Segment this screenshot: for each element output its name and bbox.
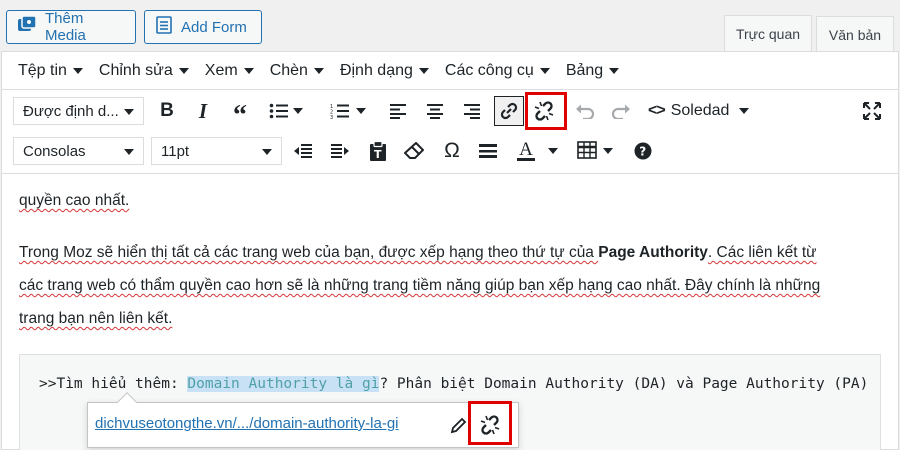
table-icon[interactable] (573, 136, 601, 164)
chevron-down-icon (262, 149, 272, 155)
chevron-down-icon (539, 67, 550, 74)
bullet-list-icon[interactable] (265, 97, 293, 125)
align-left-icon[interactable] (384, 97, 412, 125)
chevron-down-icon (124, 149, 134, 155)
chevron-down-icon[interactable] (290, 97, 306, 125)
chevron-down-icon (243, 67, 254, 74)
chevron-down-icon (609, 67, 620, 74)
menu-format[interactable]: Định dạng (340, 62, 429, 80)
chevron-down-icon[interactable] (545, 137, 561, 165)
numbered-list-icon[interactable]: 123 (326, 97, 354, 125)
svg-text:T: T (374, 148, 382, 161)
content-line: quyền cao nhất. (19, 192, 130, 209)
link-icon[interactable] (494, 96, 524, 126)
italic-icon[interactable]: I (189, 97, 217, 125)
editor-container: Tệp tin Chỉnh sửa Xem Chèn Định dạng Các… (1, 51, 899, 450)
format-select[interactable]: Được định d... (13, 97, 144, 125)
chevron-down-icon (739, 108, 750, 114)
blockquote-icon[interactable]: “ (226, 97, 254, 131)
chevron-down-icon[interactable] (353, 97, 369, 125)
toolbar-primary: Được định d... B I “ 123 <> Soledad (2, 92, 898, 132)
menu-view[interactable]: Xem (205, 62, 254, 80)
font-family-select[interactable]: Consolas (13, 137, 144, 165)
toolbar-secondary: Consolas 11pt T Ω A ? (2, 132, 898, 172)
undo-icon[interactable] (571, 97, 599, 125)
highlight-box-toolbar-unlink (525, 92, 567, 130)
omega-icon[interactable]: Ω (438, 137, 466, 165)
eraser-icon[interactable] (400, 137, 428, 165)
help-icon[interactable]: ? (629, 137, 657, 165)
chevron-down-icon[interactable] (600, 137, 616, 165)
theme-dropdown[interactable]: <> Soledad (648, 97, 750, 125)
text-color-icon[interactable]: A (512, 137, 540, 165)
chevron-down-icon (313, 67, 324, 74)
code-text: >>Tìm hiểu thêm: Domain Authority là gì?… (39, 376, 869, 392)
redo-icon[interactable] (607, 97, 635, 125)
media-icon (17, 15, 37, 38)
chevron-down-icon (72, 67, 83, 74)
link-url[interactable]: dichvuseotongthe.vn/.../domain-authority… (95, 415, 399, 432)
chevron-down-icon (418, 67, 429, 74)
tab-text[interactable]: Văn bản (816, 16, 894, 52)
chevron-down-icon (124, 109, 134, 115)
tab-visual[interactable]: Trực quan (724, 15, 812, 52)
svg-text:?: ? (639, 145, 646, 159)
chevron-down-icon (178, 67, 189, 74)
menu-edit[interactable]: Chỉnh sửa (99, 62, 189, 80)
align-center-icon[interactable] (421, 97, 449, 125)
selected-link-text[interactable]: Domain Authority là gì (187, 376, 380, 392)
clipped-text-line: .................................. (19, 168, 799, 174)
code-icon: <> (648, 102, 666, 119)
paste-text-icon[interactable]: T (364, 137, 392, 165)
svg-text:3: 3 (330, 115, 333, 119)
font-size-select[interactable]: 11pt (151, 137, 282, 165)
add-media-label: Thêm Media (45, 10, 86, 44)
hr-icon[interactable] (474, 137, 502, 165)
menu-file[interactable]: Tệp tin (18, 62, 83, 80)
menu-insert[interactable]: Chèn (270, 62, 324, 80)
menu-tools[interactable]: Các công cụ (445, 62, 550, 80)
content-paragraph: Trong Moz sẽ hiển thị tất cả các trang w… (19, 244, 821, 327)
align-right-icon[interactable] (458, 97, 486, 125)
highlight-box-popup-unlink (468, 401, 512, 445)
bold-icon[interactable]: B (153, 97, 181, 125)
link-popup: dichvuseotongthe.vn/.../domain-authority… (87, 392, 519, 448)
form-icon (155, 16, 173, 38)
menu-table[interactable]: Bảng (566, 62, 620, 80)
indent-icon[interactable] (326, 137, 354, 165)
add-form-label: Add Form (181, 18, 247, 36)
add-form-button[interactable]: Add Form (144, 10, 262, 44)
add-media-button[interactable]: Thêm Media (6, 10, 136, 44)
menubar: Tệp tin Chỉnh sửa Xem Chèn Định dạng Các… (2, 52, 898, 90)
fullscreen-icon[interactable] (858, 97, 886, 125)
outdent-icon[interactable] (289, 137, 317, 165)
